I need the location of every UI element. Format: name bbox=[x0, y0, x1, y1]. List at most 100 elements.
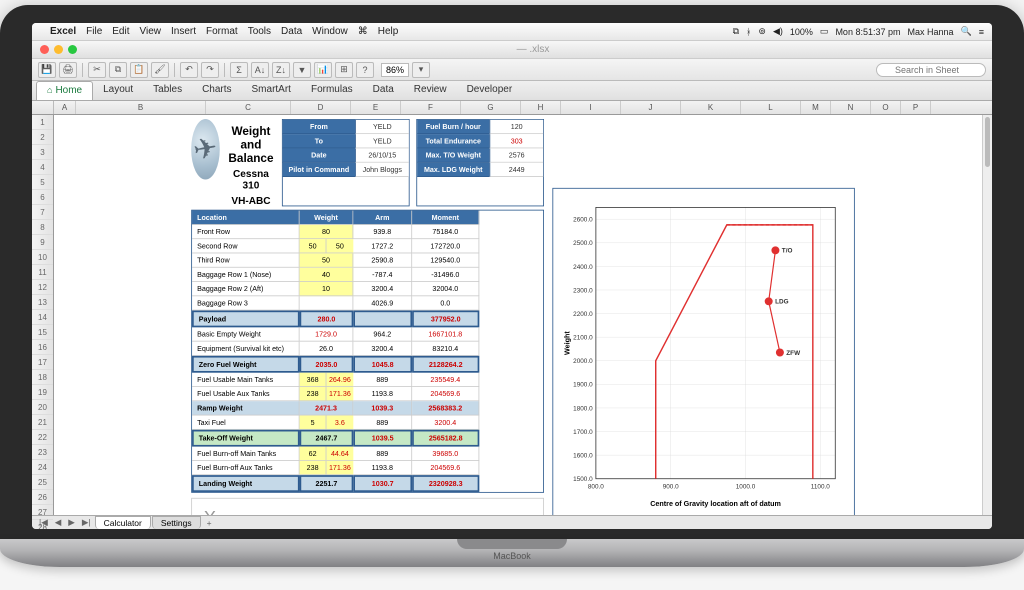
sort-icon[interactable]: A↓ bbox=[251, 62, 269, 78]
format-painter-icon[interactable]: 🖌 bbox=[151, 62, 169, 78]
wt1[interactable]: 62 bbox=[300, 447, 327, 461]
col-n[interactable]: N bbox=[831, 101, 871, 114]
col-k[interactable]: K bbox=[681, 101, 741, 114]
wt[interactable]: 1729.0 bbox=[300, 327, 354, 341]
row-2[interactable]: 2 bbox=[32, 130, 53, 145]
wt[interactable]: 2035.0 bbox=[300, 356, 354, 373]
sheet-nav-first-icon[interactable]: |◀ bbox=[36, 517, 51, 528]
row-16[interactable]: 16 bbox=[32, 340, 53, 355]
row-8[interactable]: 8 bbox=[32, 220, 53, 235]
minimize-icon[interactable] bbox=[54, 45, 63, 54]
scrollbar-vertical[interactable] bbox=[982, 115, 992, 515]
row-24[interactable]: 24 bbox=[32, 460, 53, 475]
wt1[interactable]: 50 bbox=[300, 239, 327, 253]
menubar-app[interactable]: Excel bbox=[50, 26, 76, 37]
tab-charts[interactable]: Charts bbox=[192, 81, 241, 100]
autosum-icon[interactable]: Σ bbox=[230, 62, 248, 78]
menu-file[interactable]: File bbox=[86, 26, 102, 37]
tab-layout[interactable]: Layout bbox=[93, 81, 143, 100]
info-value[interactable]: YELD bbox=[355, 120, 409, 134]
sheet-tab-settings[interactable]: Settings bbox=[152, 516, 201, 529]
row-10[interactable]: 10 bbox=[32, 250, 53, 265]
menu-tools[interactable]: Tools bbox=[248, 26, 271, 37]
tab-data[interactable]: Data bbox=[363, 81, 404, 100]
col-c[interactable]: C bbox=[206, 101, 291, 114]
redo-icon[interactable]: ↷ bbox=[201, 62, 219, 78]
help-icon[interactable]: ? bbox=[356, 62, 374, 78]
filter-icon[interactable]: ▼ bbox=[293, 62, 311, 78]
user-name[interactable]: Max Hanna bbox=[907, 27, 953, 37]
wt1[interactable]: 238 bbox=[300, 461, 327, 475]
menu-icon[interactable]: ≡ bbox=[979, 27, 984, 37]
row-4[interactable]: 4 bbox=[32, 160, 53, 175]
wt2[interactable]: 3.6 bbox=[326, 416, 353, 430]
wt[interactable]: 280.0 bbox=[300, 311, 354, 328]
save-icon[interactable]: 💾 bbox=[38, 62, 56, 78]
script-icon[interactable]: ⌘ bbox=[358, 26, 368, 37]
wt1[interactable]: 238 bbox=[300, 387, 327, 401]
sort-desc-icon[interactable]: Z↓ bbox=[272, 62, 290, 78]
row-20[interactable]: 20 bbox=[32, 400, 53, 415]
wt[interactable]: 40 bbox=[300, 268, 354, 282]
wt[interactable]: 26.0 bbox=[300, 342, 354, 356]
menu-data[interactable]: Data bbox=[281, 26, 302, 37]
col-g[interactable]: G bbox=[461, 101, 521, 114]
wifi-icon[interactable]: ⊚ bbox=[758, 26, 766, 37]
menu-format[interactable]: Format bbox=[206, 26, 238, 37]
row-21[interactable]: 21 bbox=[32, 415, 53, 430]
row-11[interactable]: 11 bbox=[32, 265, 53, 280]
col-o[interactable]: O bbox=[871, 101, 901, 114]
undo-icon[interactable]: ↶ bbox=[180, 62, 198, 78]
row-15[interactable]: 15 bbox=[32, 325, 53, 340]
sheet-nav-prev-icon[interactable]: ◀ bbox=[52, 517, 65, 528]
col-i[interactable]: I bbox=[561, 101, 621, 114]
row-23[interactable]: 23 bbox=[32, 445, 53, 460]
tab-developer[interactable]: Developer bbox=[457, 81, 523, 100]
col-m[interactable]: M bbox=[801, 101, 831, 114]
row-9[interactable]: 9 bbox=[32, 235, 53, 250]
paste-icon[interactable]: 📋 bbox=[130, 62, 148, 78]
sheet-tab-calculator[interactable]: Calculator bbox=[95, 516, 151, 529]
zoom-level[interactable]: 86% bbox=[381, 63, 409, 77]
wt[interactable]: 2467.7 bbox=[300, 430, 354, 447]
col-p[interactable]: P bbox=[901, 101, 931, 114]
sheet-nav-last-icon[interactable]: ▶| bbox=[79, 517, 94, 528]
sheet-body[interactable]: Weight and Balance Cessna 310 VH-ABC Fro… bbox=[54, 115, 992, 515]
menu-insert[interactable]: Insert bbox=[171, 26, 196, 37]
show-icon[interactable]: ⊞ bbox=[335, 62, 353, 78]
row-7[interactable]: 7 bbox=[32, 205, 53, 220]
col-l[interactable]: L bbox=[741, 101, 801, 114]
info-value[interactable]: John Bloggs bbox=[355, 163, 409, 177]
zoom-dropdown-icon[interactable]: ▾ bbox=[412, 62, 430, 78]
row-1[interactable]: 1 bbox=[32, 115, 53, 130]
row-3[interactable]: 3 bbox=[32, 145, 53, 160]
menu-window[interactable]: Window bbox=[312, 26, 348, 37]
add-sheet-icon[interactable]: + bbox=[202, 518, 217, 528]
col-a[interactable]: A bbox=[54, 101, 76, 114]
row-26[interactable]: 26 bbox=[32, 490, 53, 505]
tab-review[interactable]: Review bbox=[404, 81, 457, 100]
col-f[interactable]: F bbox=[401, 101, 461, 114]
wt1[interactable]: 368 bbox=[300, 373, 327, 387]
print-icon[interactable]: 🖨 bbox=[59, 62, 77, 78]
tab-tables[interactable]: Tables bbox=[143, 81, 192, 100]
menu-help[interactable]: Help bbox=[378, 26, 399, 37]
sheet-nav-next-icon[interactable]: ▶ bbox=[65, 517, 78, 528]
wt2[interactable]: 171.36 bbox=[326, 387, 353, 401]
row-19[interactable]: 19 bbox=[32, 385, 53, 400]
col-d[interactable]: D bbox=[291, 101, 351, 114]
col-e[interactable]: E bbox=[351, 101, 401, 114]
row-17[interactable]: 17 bbox=[32, 355, 53, 370]
menu-view[interactable]: View bbox=[140, 26, 162, 37]
battery-icon[interactable]: ▭ bbox=[820, 26, 829, 37]
search-input[interactable] bbox=[876, 63, 986, 77]
wt2[interactable]: 50 bbox=[326, 239, 353, 253]
wt2[interactable]: 171.36 bbox=[326, 461, 353, 475]
row-6[interactable]: 6 bbox=[32, 190, 53, 205]
col-h[interactable]: H bbox=[521, 101, 561, 114]
close-icon[interactable] bbox=[40, 45, 49, 54]
info-value[interactable]: YELD bbox=[355, 134, 409, 148]
wt2[interactable]: 44.64 bbox=[326, 447, 353, 461]
wt1[interactable]: 5 bbox=[300, 416, 327, 430]
row-5[interactable]: 5 bbox=[32, 175, 53, 190]
